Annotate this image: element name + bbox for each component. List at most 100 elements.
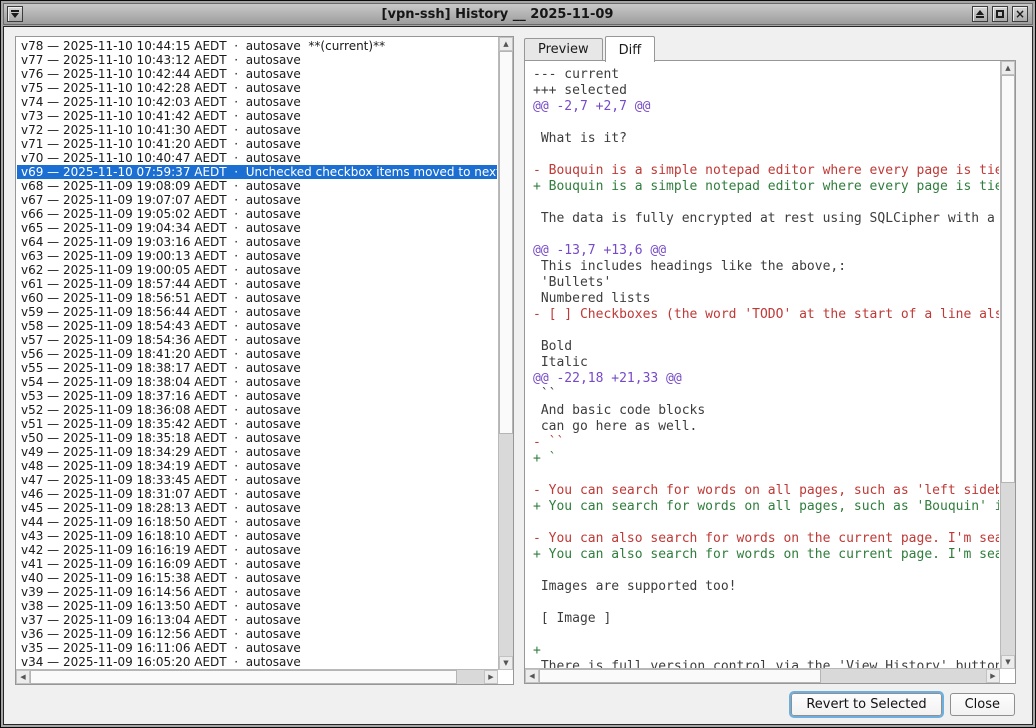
- history-row[interactable]: v36 — 2025-11-09 16:12:56 AEDT · autosav…: [17, 627, 497, 641]
- diff-vscroll-thumb[interactable]: [1001, 75, 1015, 483]
- diff-line: What is it?: [533, 131, 999, 147]
- history-row[interactable]: v52 — 2025-11-09 18:36:08 AEDT · autosav…: [17, 403, 497, 417]
- history-row[interactable]: v43 — 2025-11-09 16:18:10 AEDT · autosav…: [17, 529, 497, 543]
- history-row[interactable]: v38 — 2025-11-09 16:13:50 AEDT · autosav…: [17, 599, 497, 613]
- history-row[interactable]: v40 — 2025-11-09 16:15:38 AEDT · autosav…: [17, 571, 497, 585]
- history-row[interactable]: v62 — 2025-11-09 19:00:05 AEDT · autosav…: [17, 263, 497, 277]
- diff-line: Numbered lists: [533, 291, 999, 307]
- history-row[interactable]: v67 — 2025-11-09 19:07:07 AEDT · autosav…: [17, 193, 497, 207]
- history-row[interactable]: v75 — 2025-11-10 10:42:28 AEDT · autosav…: [17, 81, 497, 95]
- diff-line: The data is fully encrypted at rest usin…: [533, 211, 999, 227]
- diff-line: + `: [533, 451, 999, 467]
- diff-scroll-down-button[interactable]: ▼: [1001, 655, 1015, 669]
- diff-line: Italic: [533, 355, 999, 371]
- history-row[interactable]: v49 — 2025-11-09 18:34:29 AEDT · autosav…: [17, 445, 497, 459]
- history-row[interactable]: v63 — 2025-11-09 19:00:13 AEDT · autosav…: [17, 249, 497, 263]
- history-row[interactable]: v54 — 2025-11-09 18:38:04 AEDT · autosav…: [17, 375, 497, 389]
- history-hscroll-thumb[interactable]: [30, 670, 457, 684]
- history-row[interactable]: v61 — 2025-11-09 18:57:44 AEDT · autosav…: [17, 277, 497, 291]
- history-row[interactable]: v59 — 2025-11-09 18:56:44 AEDT · autosav…: [17, 305, 497, 319]
- history-row[interactable]: v70 — 2025-11-10 10:40:47 AEDT · autosav…: [17, 151, 497, 165]
- history-row[interactable]: v65 — 2025-11-09 19:04:34 AEDT · autosav…: [17, 221, 497, 235]
- history-row[interactable]: v72 — 2025-11-10 10:41:30 AEDT · autosav…: [17, 123, 497, 137]
- history-row[interactable]: v74 — 2025-11-10 10:42:03 AEDT · autosav…: [17, 95, 497, 109]
- history-row[interactable]: v44 — 2025-11-09 16:18:50 AEDT · autosav…: [17, 515, 497, 529]
- app-window: [vpn-ssh] History __ 2025-11-09 × v78 — …: [0, 0, 1036, 728]
- tab-diff[interactable]: Diff: [605, 36, 656, 62]
- history-row[interactable]: v53 — 2025-11-09 18:37:16 AEDT · autosav…: [17, 389, 497, 403]
- window-title: [vpn-ssh] History __ 2025-11-09: [25, 7, 970, 22]
- history-vscrollbar[interactable]: ▲ ▼: [498, 37, 513, 670]
- arrow-up-icon: ▲: [1005, 64, 1010, 72]
- history-row[interactable]: v77 — 2025-11-10 10:43:12 AEDT · autosav…: [17, 53, 497, 67]
- history-row[interactable]: v68 — 2025-11-09 19:08:09 AEDT · autosav…: [17, 179, 497, 193]
- diff-hscrollbar[interactable]: ◀ ▶: [525, 668, 1000, 683]
- diff-line: --- current: [533, 67, 999, 83]
- history-row[interactable]: v41 — 2025-11-09 16:16:09 AEDT · autosav…: [17, 557, 497, 571]
- arrow-down-icon: ▼: [503, 659, 508, 667]
- revert-to-selected-button[interactable]: Revert to Selected: [791, 693, 941, 716]
- history-vscroll-thumb[interactable]: [499, 51, 513, 434]
- history-row[interactable]: v50 — 2025-11-09 18:35:18 AEDT · autosav…: [17, 431, 497, 445]
- diff-line: @@ -13,7 +13,6 @@: [533, 243, 999, 259]
- history-row[interactable]: v55 — 2025-11-09 18:38:17 AEDT · autosav…: [17, 361, 497, 375]
- maximize-button[interactable]: [992, 6, 1008, 22]
- diff-scroll-right-button[interactable]: ▶: [986, 669, 1000, 683]
- diff-scroll-up-button[interactable]: ▲: [1001, 61, 1015, 75]
- close-dialog-button[interactable]: Close: [950, 693, 1015, 716]
- history-row[interactable]: v34 — 2025-11-09 16:05:20 AEDT · autosav…: [17, 655, 497, 669]
- history-row[interactable]: v35 — 2025-11-09 16:11:06 AEDT · autosav…: [17, 641, 497, 655]
- maximize-icon: [996, 10, 1004, 18]
- diff-hscroll-thumb[interactable]: [539, 669, 821, 683]
- history-row[interactable]: v42 — 2025-11-09 16:16:19 AEDT · autosav…: [17, 543, 497, 557]
- history-list[interactable]: v78 — 2025-11-10 10:44:15 AEDT · autosav…: [17, 38, 497, 670]
- history-row[interactable]: v51 — 2025-11-09 18:35:42 AEDT · autosav…: [17, 417, 497, 431]
- arrow-left-icon: ◀: [20, 673, 25, 681]
- history-row[interactable]: v48 — 2025-11-09 18:34:19 AEDT · autosav…: [17, 459, 497, 473]
- history-row[interactable]: v71 — 2025-11-10 10:41:20 AEDT · autosav…: [17, 137, 497, 151]
- history-row[interactable]: v69 — 2025-11-10 07:59:37 AEDT · Uncheck…: [17, 165, 497, 179]
- arrow-down-icon: ▼: [1005, 658, 1010, 666]
- history-row[interactable]: v45 — 2025-11-09 18:28:13 AEDT · autosav…: [17, 501, 497, 515]
- titlebar[interactable]: [vpn-ssh] History __ 2025-11-09 ×: [3, 3, 1033, 25]
- shade-button[interactable]: [972, 6, 988, 22]
- tab-preview[interactable]: Preview: [524, 38, 603, 61]
- diff-line: +: [533, 643, 999, 659]
- history-hscrollbar[interactable]: ◀ ▶: [16, 669, 498, 684]
- diff-line: + You can also search for words on the c…: [533, 547, 999, 563]
- history-row[interactable]: v78 — 2025-11-10 10:44:15 AEDT · autosav…: [17, 39, 497, 53]
- arrow-right-icon: ▶: [990, 672, 995, 680]
- history-row[interactable]: v37 — 2025-11-09 16:13:04 AEDT · autosav…: [17, 613, 497, 627]
- diff-vscrollbar[interactable]: ▲ ▼: [1000, 61, 1015, 669]
- diff-text[interactable]: --- current+++ selected@@ -2,7 +2,7 @@ W…: [526, 62, 999, 669]
- history-row[interactable]: v56 — 2025-11-09 18:41:20 AEDT · autosav…: [17, 347, 497, 361]
- diff-scroll-left-button[interactable]: ◀: [525, 669, 539, 683]
- shade-icon: [976, 10, 984, 15]
- diff-line: ``: [533, 387, 999, 403]
- history-row[interactable]: v47 — 2025-11-09 18:33:45 AEDT · autosav…: [17, 473, 497, 487]
- history-row[interactable]: v46 — 2025-11-09 18:31:07 AEDT · autosav…: [17, 487, 497, 501]
- diff-vscroll-track[interactable]: [1001, 75, 1015, 655]
- history-row[interactable]: v66 — 2025-11-09 19:05:02 AEDT · autosav…: [17, 207, 497, 221]
- window-menu-icon: [11, 10, 19, 12]
- history-scroll-up-button[interactable]: ▲: [499, 37, 513, 51]
- history-vscroll-track[interactable]: [499, 51, 513, 656]
- history-row[interactable]: v76 — 2025-11-10 10:42:44 AEDT · autosav…: [17, 67, 497, 81]
- diff-line: - ``: [533, 435, 999, 451]
- window-menu-button[interactable]: [7, 6, 23, 22]
- history-scroll-down-button[interactable]: ▼: [499, 656, 513, 670]
- history-row[interactable]: v57 — 2025-11-09 18:54:36 AEDT · autosav…: [17, 333, 497, 347]
- diff-line: @@ -22,18 +21,33 @@: [533, 371, 999, 387]
- history-hscroll-track[interactable]: [30, 670, 484, 684]
- history-row[interactable]: v73 — 2025-11-10 10:41:42 AEDT · autosav…: [17, 109, 497, 123]
- history-row[interactable]: v58 — 2025-11-09 18:54:43 AEDT · autosav…: [17, 319, 497, 333]
- diff-hscroll-track[interactable]: [539, 669, 986, 683]
- history-scroll-left-button[interactable]: ◀: [16, 670, 30, 684]
- diff-line: +++ selected: [533, 83, 999, 99]
- history-row[interactable]: v39 — 2025-11-09 16:14:56 AEDT · autosav…: [17, 585, 497, 599]
- close-button[interactable]: ×: [1012, 6, 1028, 22]
- history-row[interactable]: v60 — 2025-11-09 18:56:51 AEDT · autosav…: [17, 291, 497, 305]
- history-scroll-right-button[interactable]: ▶: [484, 670, 498, 684]
- diff-line: - Bouquin is a simple notepad editor whe…: [533, 163, 999, 179]
- history-row[interactable]: v64 — 2025-11-09 19:03:16 AEDT · autosav…: [17, 235, 497, 249]
